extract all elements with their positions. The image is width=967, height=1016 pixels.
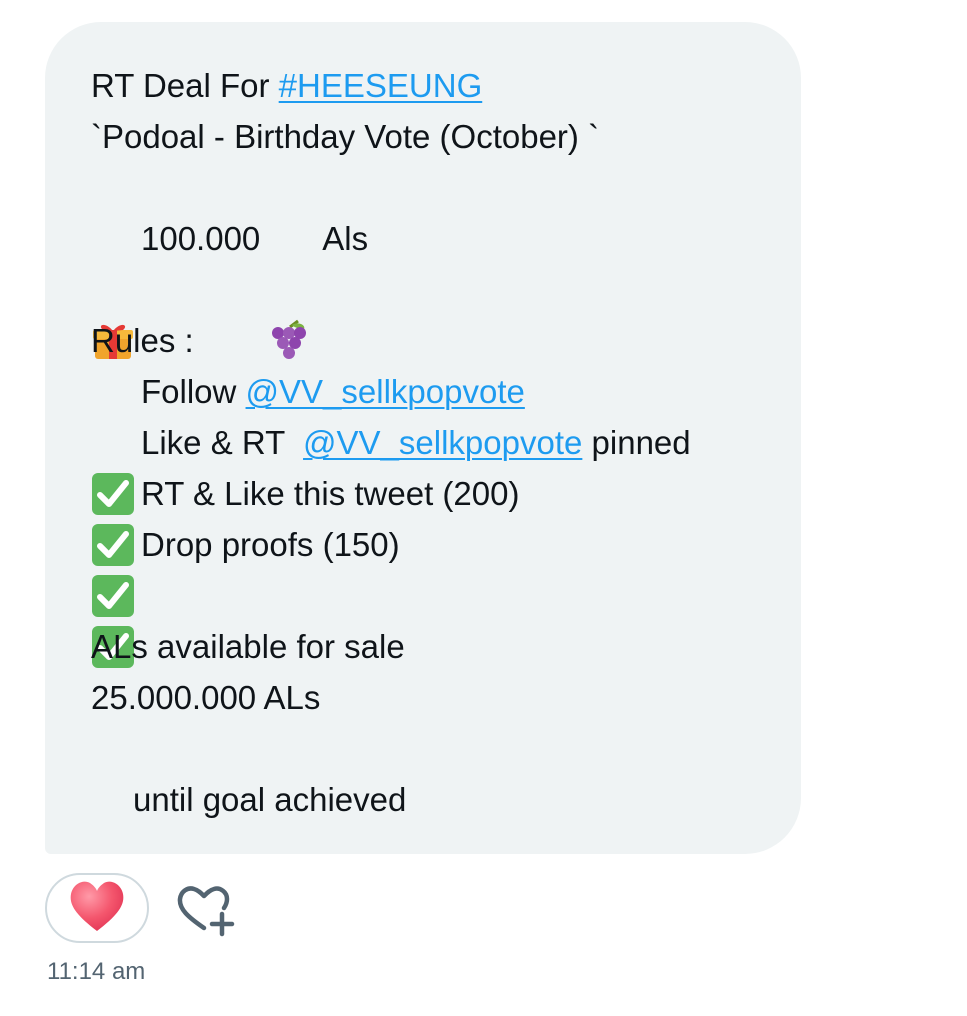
hourglass-icon	[91, 778, 131, 922]
title-prefix: RT Deal For	[91, 67, 279, 104]
message-bubble: RT Deal For #HEESEUNG `Podoal - Birthday…	[45, 22, 801, 922]
rule-item: RT & Like this tweet (200)	[91, 468, 781, 617]
reward-line: 100.000 Als	[91, 213, 781, 359]
rule-text: Follow	[141, 373, 246, 410]
message-timestamp: 11:14 am	[47, 958, 146, 985]
hashtag-link[interactable]: #HEESEUNG	[279, 60, 483, 111]
deadline-line: until goal achieved	[91, 774, 781, 922]
sale-amount: 25.000.000 ALs	[91, 679, 321, 716]
reward-unit: Als	[322, 220, 369, 257]
deadline-text: until goal achieved	[133, 781, 407, 818]
add-reaction-icon	[176, 886, 240, 942]
check-mark-icon	[91, 472, 135, 617]
check-mark-icon	[91, 370, 135, 515]
check-mark-icon	[91, 523, 135, 668]
add-reaction-button[interactable]	[176, 884, 240, 938]
rule-item: Drop proofs (150)	[91, 519, 781, 668]
grapes-icon	[268, 217, 312, 359]
rule-text: RT & Like this tweet (200)	[141, 475, 520, 512]
mention-link[interactable]: @VV_sellkpopvote	[246, 366, 525, 417]
mention-link[interactable]: @VV_sellkpopvote	[303, 417, 582, 468]
heart-icon	[68, 879, 126, 938]
gift-icon	[91, 217, 135, 359]
rules-heading: Rules :	[91, 322, 194, 359]
message-subtitle: `Podoal - Birthday Vote (October) `	[91, 118, 600, 155]
rule-text: Like & RT	[141, 424, 304, 461]
rule-text: Drop proofs (150)	[141, 526, 400, 563]
rule-item: Like & RT @VV_sellkpopvote pinned	[91, 417, 781, 566]
sale-heading: ALs available for sale	[91, 628, 405, 665]
rule-text-suffix: pinned	[582, 424, 691, 461]
heart-reaction-button[interactable]	[45, 873, 149, 943]
rule-item: Follow @VV_sellkpopvote	[91, 366, 781, 515]
message-title: RT Deal For #HEESEUNG	[91, 60, 781, 111]
check-mark-icon	[91, 421, 135, 566]
reward-amount: 100.000	[141, 220, 261, 257]
